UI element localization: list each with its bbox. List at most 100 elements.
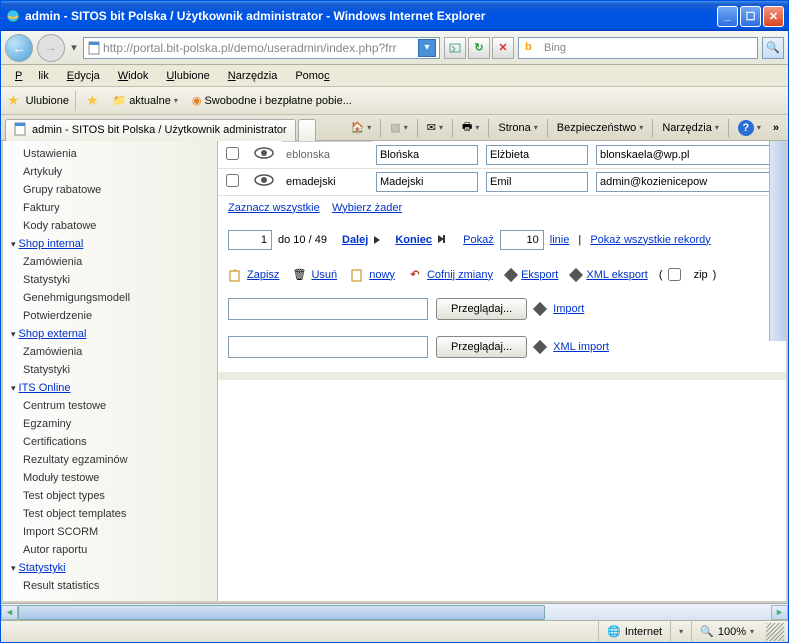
mail-button[interactable]: ✉▾: [422, 119, 448, 136]
protected-mode[interactable]: ▾: [670, 621, 691, 642]
last-link[interactable]: Koniec: [395, 234, 432, 246]
fav-swobodne[interactable]: ◉ Swobodne i bezpłatne pobie...: [188, 92, 356, 109]
resize-grip[interactable]: [766, 623, 784, 641]
sidebar-item-test-object-types[interactable]: Test object types: [3, 487, 217, 505]
back-button[interactable]: ←: [5, 34, 33, 62]
search-button[interactable]: 🔍: [762, 37, 784, 59]
tools-menu[interactable]: Narzędzia ▾: [657, 120, 724, 136]
sidebar-item-centrum-testowe[interactable]: Centrum testowe: [3, 397, 217, 415]
xml-export-link[interactable]: XML eksport: [586, 269, 647, 281]
scroll-left-button[interactable]: ◄: [1, 605, 18, 620]
menu-favorites[interactable]: Ulubione: [158, 68, 217, 84]
sidebar-item-its-online[interactable]: ITS Online: [3, 379, 217, 397]
next-link[interactable]: Dalej: [342, 234, 368, 246]
vertical-scrollbar[interactable]: [769, 141, 786, 341]
next-icon[interactable]: [374, 236, 380, 244]
sidebar-item-kody-rabatowe[interactable]: Kody rabatowe: [3, 217, 217, 235]
sidebar-item-zam-wienia[interactable]: Zamówienia: [3, 253, 217, 271]
overflow-button[interactable]: »: [768, 120, 784, 136]
sidebar-item-genehmigungsmodell[interactable]: Genehmigungsmodell: [3, 289, 217, 307]
sidebar-item-statystyki[interactable]: Statystyki: [3, 271, 217, 289]
page-menu[interactable]: Strona ▾: [493, 120, 542, 136]
feeds-button[interactable]: ▧▾: [385, 119, 412, 136]
sidebar-item-modu-y-testowe[interactable]: Moduły testowe: [3, 469, 217, 487]
page-input[interactable]: [228, 230, 272, 250]
lastname-input[interactable]: [376, 145, 478, 165]
sidebar-item-egzaminy[interactable]: Egzaminy: [3, 415, 217, 433]
import-path-input[interactable]: [228, 298, 428, 320]
lines-link[interactable]: linie: [550, 234, 570, 246]
sidebar-item-statystyki[interactable]: Statystyki: [3, 361, 217, 379]
safety-menu[interactable]: Bezpieczeństwo ▾: [552, 120, 649, 136]
save-link[interactable]: Zapisz: [247, 269, 279, 281]
menu-help[interactable]: Pomoc: [287, 68, 337, 84]
sidebar-item-shop-internal[interactable]: Shop internal: [3, 235, 217, 253]
sidebar-item-shop-external[interactable]: Shop external: [3, 325, 217, 343]
row-checkbox[interactable]: [226, 174, 239, 187]
sidebar-item-potwierdzenie[interactable]: Potwierdzenie: [3, 307, 217, 325]
new-tab-button[interactable]: [298, 119, 316, 141]
forward-button[interactable]: →: [37, 34, 65, 62]
xml-import-link[interactable]: XML import: [553, 341, 609, 353]
zoom-panel[interactable]: 🔍 100% ▾: [691, 621, 762, 642]
sidebar-item-faktury[interactable]: Faktury: [3, 199, 217, 217]
eye-icon[interactable]: [254, 146, 274, 160]
home-button[interactable]: 🏠▾: [346, 119, 377, 136]
stop-button[interactable]: ✕: [492, 37, 514, 59]
delete-link[interactable]: Usuń: [311, 269, 337, 281]
maximize-button[interactable]: ☐: [740, 6, 761, 27]
sidebar-item-autor-raportu[interactable]: Autor raportu: [3, 541, 217, 559]
xml-import-path-input[interactable]: [228, 336, 428, 358]
compat-view-button[interactable]: [444, 37, 466, 59]
row-checkbox[interactable]: [226, 147, 239, 160]
sidebar-item-ustawienia[interactable]: Ustawienia: [3, 145, 217, 163]
show-link[interactable]: Pokaż: [463, 234, 494, 246]
firstname-input[interactable]: [486, 172, 588, 192]
scroll-thumb[interactable]: [18, 605, 545, 620]
scroll-right-button[interactable]: ►: [771, 605, 788, 620]
search-bar[interactable]: b Bing: [518, 37, 758, 59]
sidebar-item-test-object-templates[interactable]: Test object templates: [3, 505, 217, 523]
close-button[interactable]: ✕: [763, 6, 784, 27]
tab-active[interactable]: admin - SITOS bit Polska / Użytkownik ad…: [5, 119, 296, 141]
sidebar-item-result-statistics[interactable]: Result statistics: [3, 577, 217, 595]
refresh-button[interactable]: ↻: [468, 37, 490, 59]
browse-button[interactable]: Przeglądaj...: [436, 298, 527, 320]
select-all-link[interactable]: Zaznacz wszystkie: [228, 202, 320, 214]
minimize-button[interactable]: _: [717, 6, 738, 27]
sidebar-item-artyku-y[interactable]: Artykuły: [3, 163, 217, 181]
sidebar-item-import-scorm[interactable]: Import SCORM: [3, 523, 217, 541]
sidebar-item-certifications[interactable]: Certifications: [3, 433, 217, 451]
fav-aktualne[interactable]: 📁 aktualne ▾: [109, 92, 182, 109]
browse-button-2[interactable]: Przeglądaj...: [436, 336, 527, 358]
export-link[interactable]: Eksport: [521, 269, 558, 281]
url-dropdown[interactable]: ▾: [418, 39, 436, 57]
zip-checkbox[interactable]: [668, 268, 681, 281]
favorites-label[interactable]: Ulubione: [26, 95, 69, 107]
sidebar-item-rezultaty-egzamin-w[interactable]: Rezultaty egzaminów: [3, 451, 217, 469]
eye-icon[interactable]: [254, 173, 274, 187]
sidebar-item-zam-wienia[interactable]: Zamówienia: [3, 343, 217, 361]
undo-link[interactable]: Cofnij zmiany: [427, 269, 493, 281]
menu-edit[interactable]: Edycja: [59, 68, 108, 84]
menu-view[interactable]: Widok: [110, 68, 157, 84]
menu-file[interactable]: Plik: [7, 68, 57, 84]
show-all-link[interactable]: Pokaż wszystkie rekordy: [590, 234, 710, 246]
horizontal-scrollbar[interactable]: ◄ ►: [1, 603, 788, 620]
last-icon[interactable]: [438, 234, 445, 246]
sidebar-item-grupy-rabatowe[interactable]: Grupy rabatowe: [3, 181, 217, 199]
select-none-link[interactable]: Wybierz żader: [332, 202, 402, 214]
scroll-track[interactable]: [18, 605, 771, 620]
help-button[interactable]: ?▾: [733, 118, 766, 138]
firstname-input[interactable]: [486, 145, 588, 165]
add-favorite-button[interactable]: ★: [82, 90, 103, 111]
email-input[interactable]: [596, 172, 782, 192]
new-link[interactable]: nowy: [369, 269, 395, 281]
print-button[interactable]: 🖶▾: [457, 116, 484, 139]
lastname-input[interactable]: [376, 172, 478, 192]
import-link[interactable]: Import: [553, 303, 584, 315]
limit-input[interactable]: [500, 230, 544, 250]
menu-tools[interactable]: Narzędzia: [220, 68, 286, 84]
email-input[interactable]: [596, 145, 782, 165]
sidebar-item-statystyki[interactable]: Statystyki: [3, 559, 217, 577]
